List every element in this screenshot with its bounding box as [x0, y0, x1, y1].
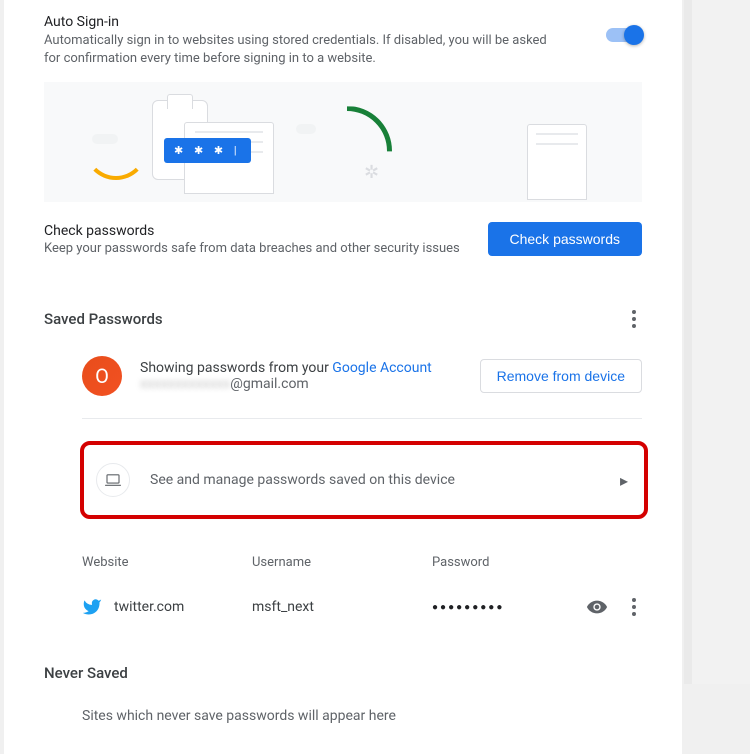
never-saved-heading: Never Saved: [44, 664, 642, 682]
remove-from-device-button[interactable]: Remove from device: [480, 359, 642, 393]
check-passwords-desc: Keep your passwords safe from data breac…: [44, 241, 460, 256]
account-email: xxxxxxxxxxxxx@gmail.com: [140, 376, 432, 392]
check-passwords-banner: ✱ ✱ ✱ | ✲: [44, 82, 642, 202]
col-password: Password: [432, 555, 642, 570]
password-entry-row[interactable]: twitter.com msft_next ●●●●●●●●●: [4, 580, 682, 634]
check-passwords-title: Check passwords: [44, 223, 460, 239]
scrollbar[interactable]: [684, 0, 750, 684]
divider: [82, 418, 642, 419]
auto-signin-title: Auto Sign-in: [44, 14, 566, 30]
showing-prefix: Showing passwords from your: [140, 360, 332, 376]
reveal-password-icon[interactable]: [586, 596, 608, 618]
email-domain: @gmail.com: [230, 376, 308, 392]
auto-signin-desc: Automatically sign in to websites using …: [44, 32, 566, 68]
highlight-annotation: See and manage passwords saved on this d…: [80, 441, 648, 519]
email-hidden: xxxxxxxxxxxxx: [140, 376, 230, 392]
google-account-link[interactable]: Google Account: [332, 360, 431, 376]
password-chip-graphic: ✱ ✱ ✱ |: [164, 138, 251, 163]
account-avatar: O: [82, 356, 122, 396]
entry-username: msft_next: [252, 599, 432, 615]
saved-passwords-more-icon[interactable]: [626, 304, 642, 334]
laptop-icon: [96, 463, 130, 497]
entry-more-icon[interactable]: [626, 592, 642, 622]
entry-website: twitter.com: [114, 599, 252, 615]
twitter-favicon-icon: [82, 597, 102, 617]
entry-password-masked: ●●●●●●●●●: [432, 602, 586, 613]
account-showing-text: Showing passwords from your Google Accou…: [140, 360, 432, 376]
saved-passwords-heading: Saved Passwords: [44, 310, 163, 328]
check-passwords-button[interactable]: Check passwords: [488, 222, 643, 256]
col-website: Website: [82, 555, 252, 570]
manage-device-passwords-row[interactable]: See and manage passwords saved on this d…: [86, 447, 642, 513]
col-username: Username: [252, 555, 432, 570]
chevron-right-icon: ▸: [620, 471, 628, 490]
never-saved-text: Sites which never save passwords will ap…: [4, 692, 682, 724]
password-table-header: Website Username Password: [4, 537, 682, 580]
auto-signin-toggle[interactable]: [606, 28, 642, 42]
manage-device-passwords-label: See and manage passwords saved on this d…: [150, 472, 455, 488]
